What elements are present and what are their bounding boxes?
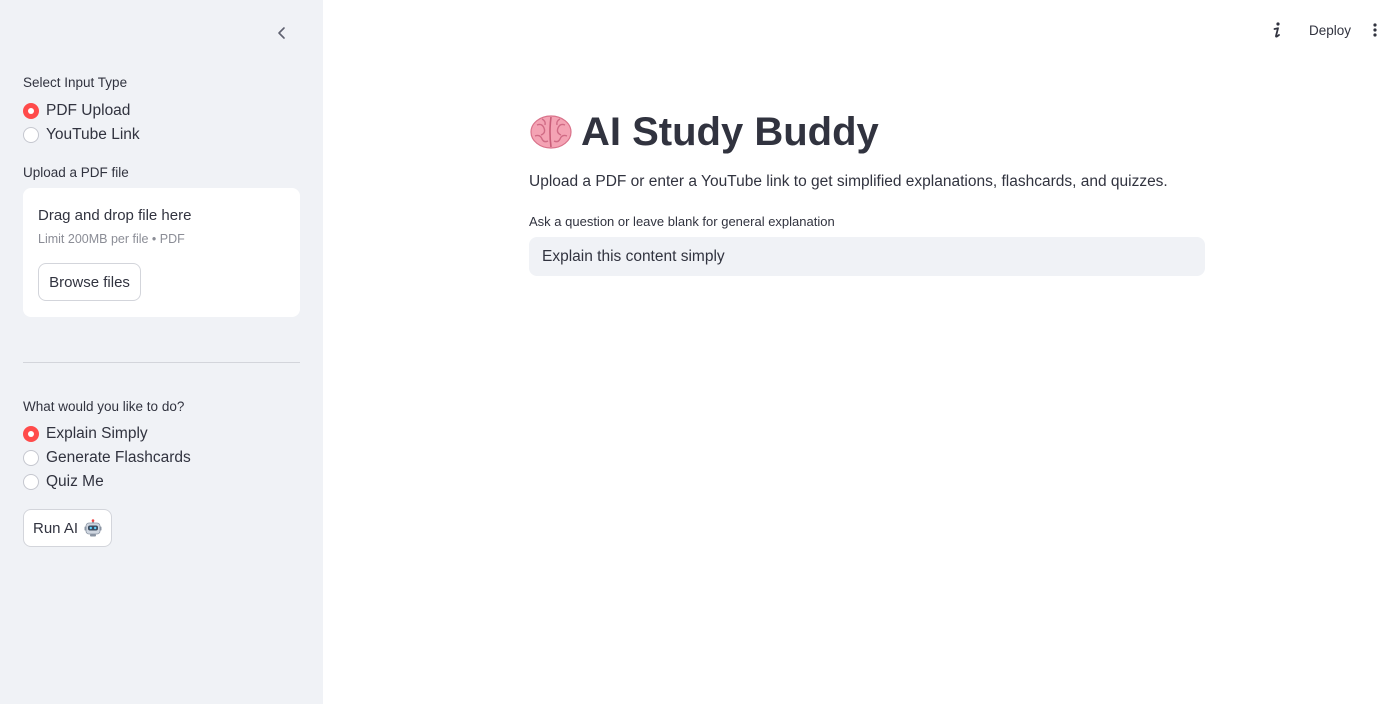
question-label: Ask a question or leave blank for genera… — [529, 214, 835, 229]
browse-files-button[interactable]: Browse files — [38, 263, 141, 301]
brain-icon — [530, 115, 572, 149]
question-input[interactable] — [529, 237, 1205, 276]
run-ai-button[interactable]: Run AI — [23, 509, 112, 547]
sidebar: Select Input Type PDF Upload YouTube Lin… — [0, 0, 323, 704]
input-type-label: Select Input Type — [23, 75, 128, 90]
more-vertical-icon[interactable] — [1365, 19, 1385, 41]
radio-generate-flashcards[interactable]: Generate Flashcards — [23, 448, 191, 468]
info-icon[interactable] — [1267, 19, 1287, 41]
page-description: Upload a PDF or enter a YouTube link to … — [529, 173, 1168, 190]
radio-label: Generate Flashcards — [46, 449, 191, 466]
file-dropzone[interactable]: Drag and drop file here Limit 200MB per … — [23, 188, 300, 317]
upload-label: Upload a PDF file — [23, 165, 129, 180]
radio-quiz-me[interactable]: Quiz Me — [23, 472, 104, 492]
deploy-button[interactable]: Deploy — [1301, 19, 1359, 41]
collapse-sidebar-button[interactable] — [271, 22, 293, 44]
radio-label: Explain Simply — [46, 425, 148, 442]
radio-label: YouTube Link — [46, 126, 140, 143]
radio-indicator — [23, 103, 39, 119]
sidebar-divider — [23, 362, 300, 363]
radio-explain-simply[interactable]: Explain Simply — [23, 424, 148, 444]
action-label: What would you like to do? — [23, 399, 185, 414]
robot-icon — [84, 519, 102, 537]
radio-indicator — [23, 450, 39, 466]
radio-indicator — [23, 474, 39, 490]
radio-pdf-upload[interactable]: PDF Upload — [23, 101, 130, 121]
dropzone-title: Drag and drop file here — [38, 207, 192, 224]
radio-label: PDF Upload — [46, 102, 131, 119]
page-title-text: AI Study Buddy — [581, 109, 879, 154]
radio-indicator — [23, 426, 39, 442]
radio-youtube-link[interactable]: YouTube Link — [23, 125, 140, 145]
chevron-left-icon — [278, 27, 285, 39]
radio-label: Quiz Me — [46, 473, 104, 490]
radio-indicator — [23, 127, 39, 143]
run-ai-label: Run AI — [32, 519, 79, 537]
page-title: AI Study Buddy — [529, 104, 879, 160]
dropzone-limit: Limit 200MB per file • PDF — [38, 232, 185, 246]
